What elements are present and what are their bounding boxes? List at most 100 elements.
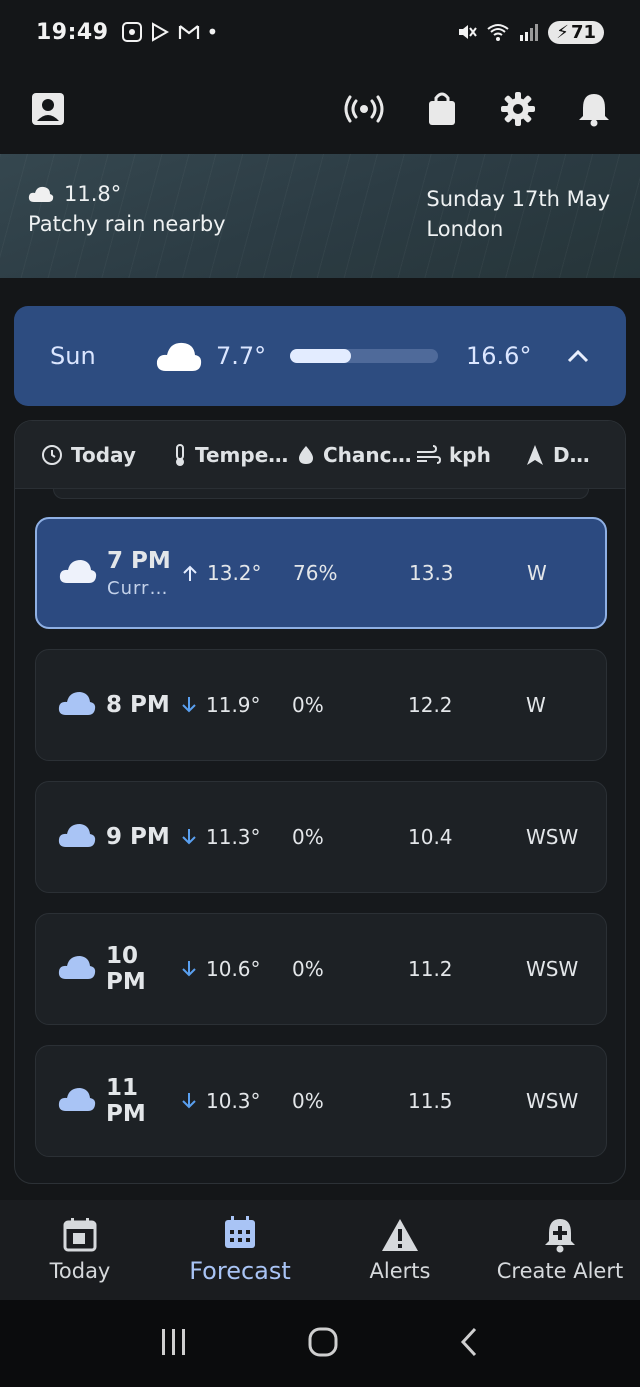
row-wind-speed: 10.4	[408, 825, 453, 849]
row-wind-speed: 11.2	[408, 957, 453, 981]
warning-icon	[382, 1219, 418, 1251]
column-header-wind[interactable]: kph	[415, 443, 525, 467]
notifications-bell-icon[interactable]	[578, 91, 610, 127]
row-time-cell: 8 PM	[106, 692, 180, 718]
cloud-icon	[28, 186, 54, 202]
row-temperature: 13.2°	[207, 561, 262, 585]
row-temperature-cell: 10.6°	[180, 957, 292, 981]
wifi-icon	[487, 24, 509, 41]
row-time-cell: 10 PM	[106, 943, 180, 995]
hourly-row[interactable]: 10 PM 10.6° 0% 11.2 WSW	[35, 913, 607, 1025]
shopping-bag-icon[interactable]	[426, 91, 458, 127]
column-header-direction-label: D…	[553, 442, 590, 467]
current-condition-text: Patchy rain nearby	[28, 212, 226, 236]
nav-alerts[interactable]: Alerts	[320, 1200, 480, 1300]
row-temperature: 11.9°	[206, 693, 261, 717]
row-current-label: Curr…	[107, 577, 169, 599]
row-temperature-cell: 11.9°	[180, 693, 292, 717]
row-chance: 0%	[292, 957, 324, 981]
column-header-wind-label: kph	[449, 442, 491, 467]
row-wind-direction: WSW	[526, 825, 579, 849]
calendar-today-icon	[63, 1218, 97, 1252]
system-navigation-bar	[0, 1300, 640, 1387]
wind-icon	[417, 444, 441, 464]
play-store-icon	[151, 22, 169, 42]
signal-icon	[520, 24, 539, 41]
nav-today-label: Today	[49, 1259, 111, 1283]
account-icon[interactable]	[30, 91, 66, 127]
recent-apps-icon[interactable]	[159, 1327, 189, 1361]
row-wind-direction: WSW	[526, 957, 579, 981]
nav-alerts-label: Alerts	[369, 1259, 431, 1283]
column-header-time-label: Today	[71, 442, 136, 467]
day-summary-card[interactable]: Sun 7.7° 16.6°	[14, 306, 626, 406]
nav-create-alert-label: Create Alert	[496, 1259, 624, 1283]
current-date: Sunday 17th May	[426, 187, 610, 211]
row-time-cell: 7 PM Curr…	[107, 548, 181, 599]
hourly-row-current[interactable]: 7 PM Curr… 13.2° 76% 13.3 W	[35, 517, 607, 629]
add-alert-icon	[545, 1219, 575, 1253]
row-wind-speed: 12.2	[408, 693, 453, 717]
battery-level: 71	[570, 21, 596, 43]
row-wind-direction: W	[526, 693, 546, 717]
nav-create-alert[interactable]: Create Alert	[480, 1200, 640, 1300]
row-time: 7 PM	[107, 547, 171, 574]
home-icon[interactable]	[307, 1326, 339, 1362]
hourly-row[interactable]: 11 PM 10.3° 0% 11.5 WSW	[35, 1045, 607, 1157]
temperature-range-bar	[290, 349, 438, 363]
column-header-temperature[interactable]: Tempe…	[173, 443, 297, 467]
nav-today[interactable]: Today	[0, 1200, 160, 1300]
row-time: 9 PM	[106, 824, 170, 850]
back-icon[interactable]	[457, 1326, 481, 1362]
cloud-icon	[58, 954, 106, 985]
thermometer-icon	[176, 443, 184, 466]
app-top-bar	[0, 64, 640, 154]
row-chance: 76%	[293, 561, 338, 585]
arrow-down-icon	[182, 961, 196, 977]
bottom-navigation: Today Forecast Alerts Create Alert	[0, 1200, 640, 1300]
row-wind-direction: W	[527, 561, 547, 585]
cloud-icon	[58, 1086, 106, 1117]
day-min-temp: 7.7°	[216, 342, 267, 370]
row-wind-speed: 13.3	[409, 561, 454, 585]
row-time-cell: 11 PM	[106, 1075, 180, 1127]
row-temperature: 10.3°	[206, 1089, 261, 1113]
current-conditions-banner: 11.8° Patchy rain nearby Sunday 17th May…	[0, 154, 640, 278]
row-temperature: 10.6°	[206, 957, 261, 981]
table-header: Today Tempe… Chanc… kph D…	[15, 421, 625, 489]
row-temperature-cell: 13.2°	[181, 561, 293, 585]
row-wind-direction: WSW	[526, 1089, 579, 1113]
chevron-up-icon[interactable]	[566, 342, 590, 370]
nav-forecast[interactable]: Forecast	[160, 1200, 320, 1300]
arrow-down-icon	[182, 829, 196, 845]
status-bar: 19:49 • ⚡ 71	[0, 0, 640, 64]
row-temperature-cell: 10.3°	[180, 1089, 292, 1113]
row-chance: 0%	[292, 825, 324, 849]
gmail-icon	[178, 25, 199, 39]
row-chance: 0%	[292, 1089, 324, 1113]
hourly-row[interactable]: 8 PM 11.9° 0% 12.2 W	[35, 649, 607, 761]
column-header-time[interactable]: Today	[41, 443, 173, 467]
arrow-up-icon	[183, 565, 197, 581]
row-time-cell: 9 PM	[106, 824, 180, 850]
settings-gear-icon[interactable]	[500, 91, 536, 127]
notification-dot-icon: •	[206, 20, 219, 44]
column-header-temperature-label: Tempe…	[195, 442, 289, 467]
row-wind-speed: 11.5	[408, 1089, 453, 1113]
row-chance: 0%	[292, 693, 324, 717]
arrow-down-icon	[182, 697, 196, 713]
live-broadcast-icon[interactable]	[344, 94, 384, 124]
temperature-range-fill	[290, 349, 351, 363]
column-header-direction[interactable]: D…	[525, 443, 605, 467]
battery-indicator: ⚡ 71	[548, 20, 604, 44]
clock-icon	[42, 444, 62, 465]
hourly-row[interactable]: 9 PM 11.3° 0% 10.4 WSW	[35, 781, 607, 893]
row-time: 10 PM	[106, 943, 146, 995]
day-name: Sun	[50, 342, 96, 370]
day-max-temp: 16.6°	[466, 342, 532, 370]
hourly-forecast-table: Today Tempe… Chanc… kph D… 7 PM Curr… 13.2…	[14, 420, 626, 1184]
cloud-icon	[156, 342, 202, 371]
row-temperature-cell: 11.3°	[180, 825, 292, 849]
column-header-chance[interactable]: Chanc…	[297, 443, 415, 467]
row-time: 11 PM	[106, 1075, 146, 1127]
